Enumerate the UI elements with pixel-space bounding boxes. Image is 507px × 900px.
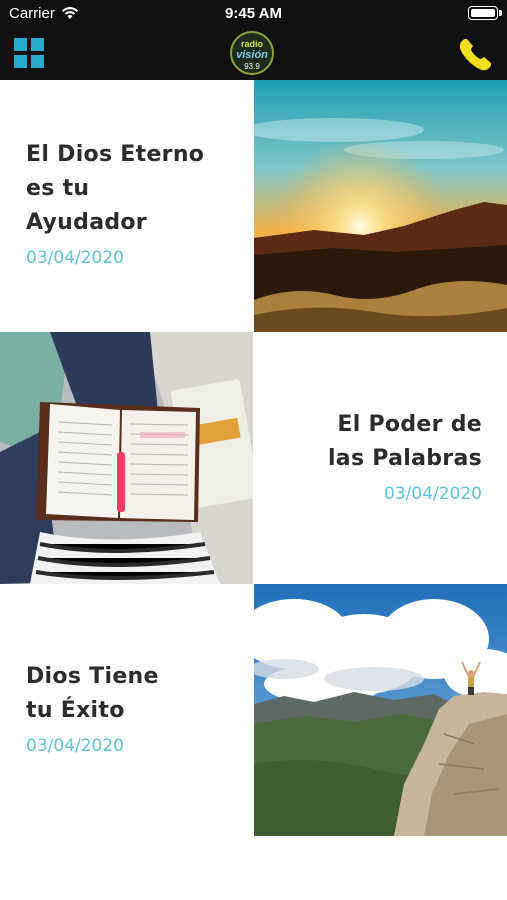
article-text-panel: El Poder de las Palabras 03/04/2020 — [254, 332, 507, 584]
title-line: Ayudador — [26, 210, 147, 235]
logo-main-text: visión — [236, 49, 268, 61]
radio-vision-logo[interactable]: radio visión 93.9 — [230, 31, 274, 75]
grid-menu-icon[interactable] — [14, 38, 44, 68]
title-line: es tu — [26, 176, 90, 201]
article-date: 03/04/2020 — [26, 248, 124, 268]
article-title[interactable]: Dios Tiene tu Éxito — [26, 660, 246, 728]
phone-icon[interactable] — [456, 34, 496, 74]
article-title[interactable]: El Dios Eterno es tu Ayudador — [26, 138, 246, 240]
article-title[interactable]: El Poder de las Palabras — [262, 408, 482, 476]
title-line: tu Éxito — [26, 698, 125, 723]
article-text-panel: El Dios Eterno es tu Ayudador 03/04/2020 — [0, 80, 254, 332]
article-image-sunset[interactable] — [254, 80, 507, 332]
title-line: El Poder de — [337, 412, 482, 437]
logo-top-text: radio — [240, 39, 263, 49]
title-line: las Palabras — [327, 446, 482, 471]
top-navigation-bar: radio visión 93.9 — [0, 28, 507, 80]
title-line: Dios Tiene — [26, 664, 159, 689]
article-card-1[interactable]: El Dios Eterno es tu Ayudador 03/04/2020 — [0, 80, 507, 332]
logo-frequency-text: 93.9 — [244, 62, 260, 71]
article-text-panel: Dios Tiene tu Éxito 03/04/2020 — [0, 584, 254, 836]
article-image-bible[interactable] — [0, 332, 253, 584]
article-card-2[interactable]: El Poder de las Palabras 03/04/2020 — [0, 332, 507, 584]
article-card-3[interactable]: Dios Tiene tu Éxito 03/04/2020 — [0, 584, 507, 836]
article-image-mountain[interactable] — [254, 584, 507, 836]
battery-icon — [468, 6, 502, 20]
status-bar: Carrier 9:45 AM — [0, 0, 507, 28]
status-time: 9:45 AM — [225, 5, 282, 22]
article-date: 03/04/2020 — [26, 736, 124, 756]
article-date: 03/04/2020 — [384, 484, 482, 504]
title-line: El Dios Eterno — [26, 142, 205, 167]
